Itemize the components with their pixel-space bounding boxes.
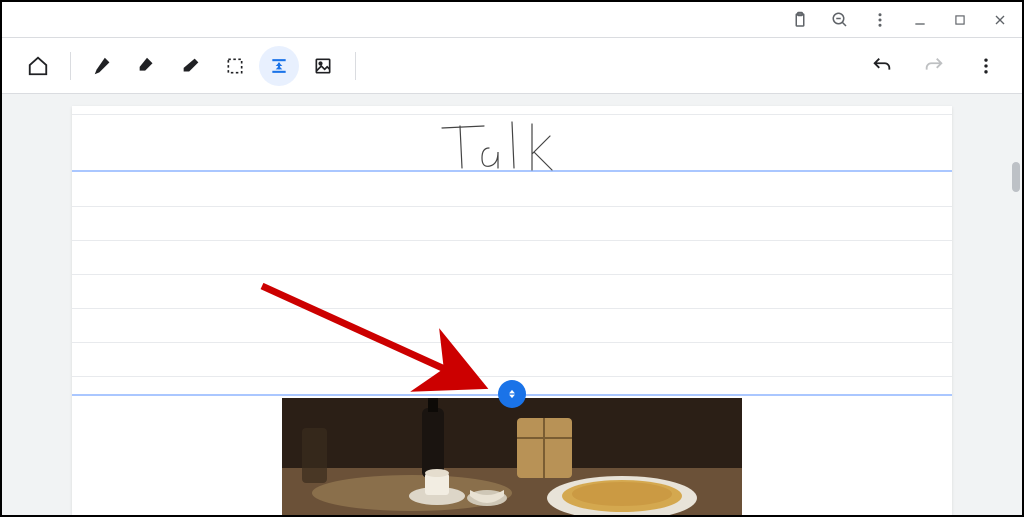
inserted-image[interactable] — [282, 398, 742, 515]
annotation-arrow — [252, 276, 512, 406]
eraser-tool[interactable] — [171, 46, 211, 86]
handwritten-text: Talk — [422, 116, 602, 176]
scrollbar-thumb[interactable] — [1012, 162, 1020, 192]
close-icon[interactable] — [988, 8, 1012, 32]
minimize-icon[interactable] — [908, 8, 932, 32]
home-button[interactable] — [18, 46, 58, 86]
insert-image-tool[interactable] — [303, 46, 343, 86]
note-page[interactable]: Talk — [72, 106, 952, 515]
more-vert-icon[interactable] — [868, 8, 892, 32]
pen-tool[interactable] — [83, 46, 123, 86]
marquee-select-tool[interactable] — [215, 46, 255, 86]
clipboard-icon[interactable] — [788, 8, 812, 32]
expand-section-tool[interactable] — [259, 46, 299, 86]
more-options-button[interactable] — [966, 46, 1006, 86]
toolbar-divider — [70, 52, 71, 80]
canvas-area[interactable]: Talk — [2, 94, 1022, 515]
maximize-icon[interactable] — [948, 8, 972, 32]
main-toolbar — [2, 38, 1022, 94]
undo-button[interactable] — [862, 46, 902, 86]
window-titlebar — [2, 2, 1022, 38]
redo-button[interactable] — [914, 46, 954, 86]
section-resize-handle[interactable] — [498, 380, 526, 408]
highlighter-tool[interactable] — [127, 46, 167, 86]
toolbar-divider — [355, 52, 356, 80]
zoom-out-icon[interactable] — [828, 8, 852, 32]
